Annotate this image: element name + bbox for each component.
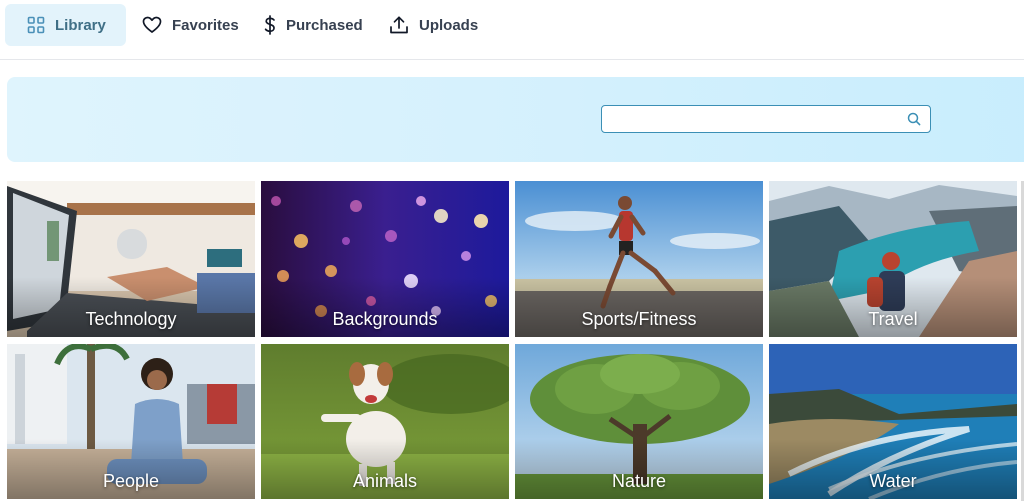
category-label: Backgrounds — [332, 309, 438, 329]
category-tile-travel[interactable]: Travel — [769, 181, 1017, 337]
top-navigation: Library Favorites Purchased Uploads — [0, 0, 1024, 60]
category-tile-sports-fitness[interactable]: Sports/Fitness — [515, 181, 763, 337]
tab-library-label: Library — [55, 16, 106, 34]
category-label: Water — [869, 471, 917, 491]
tab-uploads[interactable]: Uploads — [367, 4, 497, 46]
tab-favorites[interactable]: Favorites — [120, 4, 250, 46]
category-tile-nature[interactable]: Nature — [515, 344, 763, 499]
category-label: Animals — [352, 471, 418, 491]
search-icon — [907, 112, 921, 126]
search-box — [601, 105, 931, 133]
tab-purchased-label: Purchased — [286, 16, 363, 34]
search-button[interactable] — [907, 112, 921, 131]
category-tile-water[interactable]: Water — [769, 344, 1017, 499]
category-label: Travel — [868, 309, 918, 329]
dollar-icon — [264, 15, 275, 35]
category-tile-technology[interactable]: Technology — [7, 181, 255, 337]
search-input[interactable] — [610, 109, 904, 131]
tab-uploads-label: Uploads — [419, 16, 479, 34]
grid-icon — [27, 16, 45, 34]
category-tile-people[interactable]: People — [7, 344, 255, 499]
heart-icon — [142, 16, 162, 33]
category-label: Technology — [85, 309, 177, 329]
category-label: Nature — [611, 471, 667, 491]
category-label: People — [102, 471, 160, 491]
tab-favorites-label: Favorites — [172, 16, 239, 34]
category-label: Sports/Fitness — [581, 309, 697, 329]
tab-library[interactable]: Library — [5, 4, 126, 46]
upload-icon — [390, 16, 408, 34]
tab-purchased[interactable]: Purchased — [242, 4, 372, 46]
category-tile-animals[interactable]: Animals — [261, 344, 509, 499]
category-tile-backgrounds[interactable]: Backgrounds — [261, 181, 509, 337]
